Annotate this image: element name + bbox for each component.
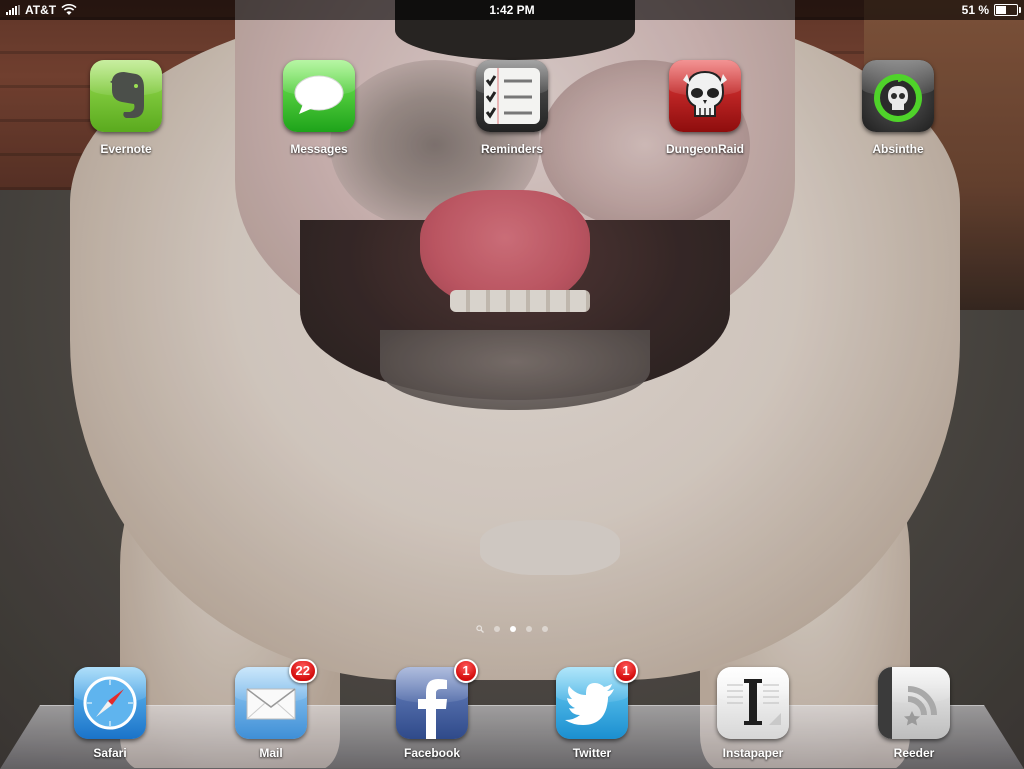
dock-app-label: Twitter [572,746,612,760]
dock-icon-wrap: 1 [396,659,478,739]
app-icon-tile[interactable] [717,667,789,739]
page-dot[interactable] [526,626,532,632]
evernote-elephant-icon [110,72,144,118]
app-label: DungeonRaid [666,142,744,156]
page-dot[interactable] [542,626,548,632]
dock-icon-wrap [878,667,950,739]
battery-level-fill [996,6,1007,14]
dock-app-reeder[interactable]: Reeder [864,667,964,760]
dock-icon-wrap [717,667,789,739]
dock-icon-wrap: 1 [556,659,638,739]
dock-app-label: Instapaper [722,746,784,760]
page-dot-active[interactable] [510,626,516,632]
app-icon-tile[interactable] [878,667,950,739]
app-icon-tile[interactable] [90,60,162,132]
rss-star-icon [878,667,937,739]
app-reminders[interactable]: Reminders [462,60,562,156]
app-label: Messages [290,142,348,156]
app-icon-tile[interactable] [862,60,934,132]
status-bar: AT&T 1:42 PM 51 % [0,0,1024,20]
dock-app-safari[interactable]: Safari [60,667,160,760]
app-absinthe[interactable]: Absinthe [848,60,948,156]
dock-app-instapaper[interactable]: Instapaper [703,667,803,760]
notification-badge: 22 [288,659,317,683]
dock-app-mail[interactable]: 22 Mail [221,659,321,760]
compass-icon [83,676,137,730]
dock-icon-wrap: 22 [235,659,317,739]
dock-icon-wrap [74,667,146,739]
page-dot[interactable] [494,626,500,632]
app-icon-tile[interactable] [476,60,548,132]
app-icon-tile[interactable] [74,667,146,739]
apple-skull-icon [874,74,922,122]
spotlight-search-icon[interactable] [476,625,484,633]
app-label: Reminders [480,142,544,156]
battery-icon [994,4,1021,16]
dock-app-label: Mail [259,746,283,760]
dock-app-label: Safari [93,746,127,760]
instapaper-i-icon [727,679,781,725]
status-bar-right: 51 % [961,3,1021,17]
dock-app-twitter[interactable]: 1 Twitter [542,659,642,760]
checklist-icon [484,68,540,124]
app-dungeonraid[interactable]: DungeonRaid [655,60,755,156]
app-messages[interactable]: Messages [269,60,369,156]
app-label: Evernote [100,142,152,156]
skull-icon [683,70,727,117]
speech-bubble-icon [294,75,344,114]
status-time: 1:42 PM [489,3,535,17]
notification-badge: 1 [614,659,638,683]
app-icon-tile[interactable] [669,60,741,132]
dock-app-label: Facebook [403,746,460,760]
app-evernote[interactable]: Evernote [76,60,176,156]
dock-app-label: Reeder [893,746,935,760]
app-icon-tile[interactable] [283,60,355,132]
dock-app-facebook[interactable]: 1 Facebook [382,659,482,760]
app-label: Absinthe [872,142,924,156]
notification-badge: 1 [454,659,478,683]
page-indicator[interactable] [0,625,1024,633]
battery-percent: 51 % [961,3,989,17]
